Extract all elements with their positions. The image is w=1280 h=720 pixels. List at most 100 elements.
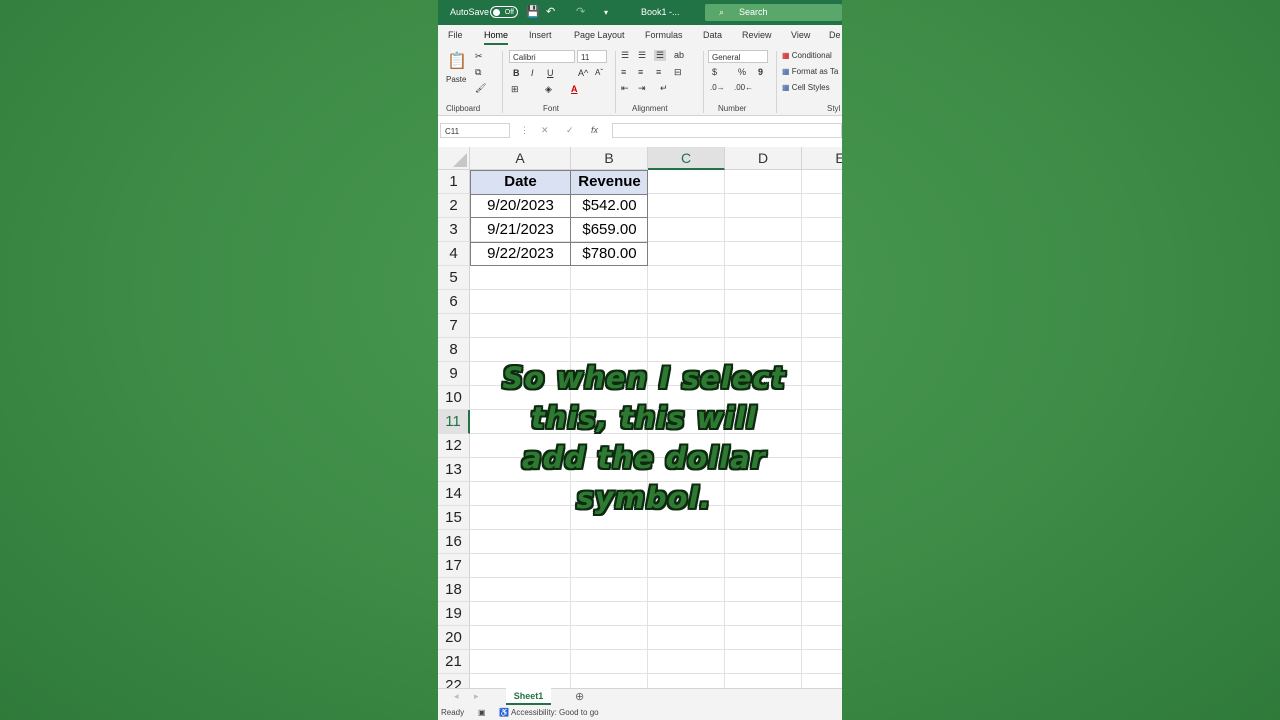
select-all-button[interactable] [438,147,470,170]
format-as-table-button[interactable]: ▦ Format as Ta [782,67,838,76]
fill-color-icon[interactable]: ◈ [545,84,552,95]
increase-decimal-icon[interactable]: .0→ [710,83,725,92]
row-header-7[interactable]: 7 [438,314,470,338]
tab-developer[interactable]: De [829,30,841,40]
wrap-text-icon[interactable]: ↵ [660,83,668,94]
caption-line: this, this will [530,401,758,435]
tab-formulas[interactable]: Formulas [645,30,683,40]
row-header-18[interactable]: 18 [438,578,470,602]
tab-home[interactable]: Home [484,30,509,45]
column-header-e[interactable]: E [802,147,842,170]
macro-icon[interactable]: ▣ [478,705,486,720]
align-left-icon[interactable]: ≡ [621,67,626,77]
row-header-17[interactable]: 17 [438,554,470,578]
clipboard-group-label: Clipboard [446,104,481,113]
gridline [470,625,842,626]
underline-button[interactable]: U [547,68,554,78]
tab-data[interactable]: Data [703,30,722,40]
merge-center-icon[interactable]: ⊟ [674,67,682,78]
save-icon[interactable]: 💾 [526,5,540,18]
increase-indent-icon[interactable]: ⇥ [638,83,646,94]
decrease-decimal-icon[interactable]: .00← [734,83,753,92]
tab-page-layout[interactable]: Page Layout [574,30,625,40]
search-box[interactable]: ⌕ Search [705,4,842,21]
row-header-5[interactable]: 5 [438,266,470,290]
title-bar: AutoSave Off 💾 ↶ ↷ ▾ Book1 -... ⌕ Search [438,0,842,25]
align-right-icon[interactable]: ≡ [656,67,661,77]
row-header-16[interactable]: 16 [438,530,470,554]
table-border [470,194,648,218]
gridline [470,337,842,338]
format-as-table-label: Format as Ta [791,67,839,76]
borders-icon[interactable]: ⊞ [511,84,519,95]
align-center-icon[interactable]: ≡ [638,67,643,77]
customize-toolbar-icon[interactable]: ▾ [604,8,608,17]
styles-group-label: Styl [827,104,841,113]
paste-label[interactable]: Paste [446,75,466,84]
column-header-b[interactable]: B [571,147,648,170]
decrease-indent-icon[interactable]: ⇤ [621,83,629,94]
copy-icon[interactable]: ⧉ [475,67,481,78]
row-header-3[interactable]: 3 [438,218,470,242]
workbook-title: Book1 -... [641,7,680,17]
row-header-22[interactable]: 22 [438,674,470,688]
enter-icon[interactable]: ✓ [566,125,574,136]
font-name-select[interactable]: Calibri [509,50,575,63]
grow-font-button[interactable]: A^ [578,68,588,78]
row-header-4[interactable]: 4 [438,242,470,266]
row-header-20[interactable]: 20 [438,626,470,650]
formula-bar: C11 ⋮ ✕ ✓ fx [438,116,842,146]
conditional-formatting-icon: ▦ [782,51,792,60]
gridline [470,553,842,554]
italic-button[interactable]: I [531,68,534,78]
cancel-icon[interactable]: ✕ [541,125,549,136]
row-header-21[interactable]: 21 [438,650,470,674]
comma-button[interactable]: 9 [758,67,763,77]
font-color-icon[interactable]: A [571,84,578,94]
table-border [470,242,648,243]
align-top-icon[interactable]: ☰ [621,50,629,61]
tab-review[interactable]: Review [742,30,772,40]
shrink-font-button[interactable]: Aˇ [595,68,603,77]
formula-input[interactable] [612,123,842,138]
row-header-1[interactable]: 1 [438,170,470,194]
tab-insert[interactable]: Insert [529,30,552,40]
align-bottom-icon[interactable]: ☰ [654,50,667,61]
autosave-toggle[interactable]: Off [490,6,518,18]
gridline [470,313,842,314]
row-header-2[interactable]: 2 [438,194,470,218]
undo-icon[interactable]: ↶ [546,5,555,18]
accessibility-icon[interactable]: ♿ [499,705,509,720]
column-header-a[interactable]: A [470,147,571,170]
conditional-formatting-button[interactable]: ▦ Conditional [782,51,832,60]
scroll-left-icon[interactable]: ◂ [454,691,459,702]
table-border [470,170,571,266]
row-header-6[interactable]: 6 [438,290,470,314]
video-caption: So when I select this, this will add the… [464,358,824,518]
accessibility-status[interactable]: Accessibility: Good to go [511,705,599,720]
align-middle-icon[interactable]: ☰ [638,50,646,61]
cell-styles-label: Cell Styles [791,83,830,92]
paste-icon[interactable]: 📋 [447,51,467,71]
gridline [470,649,842,650]
orientation-icon[interactable]: ab [674,50,684,60]
bold-button[interactable]: B [513,68,520,78]
font-size-select[interactable]: 11 [577,50,607,63]
scroll-right-icon[interactable]: ▸ [474,691,479,702]
add-sheet-icon[interactable]: ⊕ [575,690,584,703]
sheet-tab-sheet1[interactable]: Sheet1 [506,688,551,705]
currency-button[interactable]: $ [712,67,717,77]
row-header-19[interactable]: 19 [438,602,470,626]
format-painter-icon[interactable]: 🖌 [475,83,486,94]
percent-button[interactable]: % [738,67,746,77]
name-box[interactable]: C11 [440,123,510,138]
number-format-select[interactable]: General [708,50,768,63]
tab-view[interactable]: View [791,30,810,40]
cut-icon[interactable]: ✂ [475,51,483,62]
column-header-d[interactable]: D [725,147,802,170]
redo-icon[interactable]: ↷ [576,5,585,18]
insert-function-button[interactable]: fx [591,125,598,135]
cell-styles-button[interactable]: ▦ Cell Styles [782,83,830,92]
column-header-c[interactable]: C [648,147,725,170]
tab-file[interactable]: File [448,30,463,40]
